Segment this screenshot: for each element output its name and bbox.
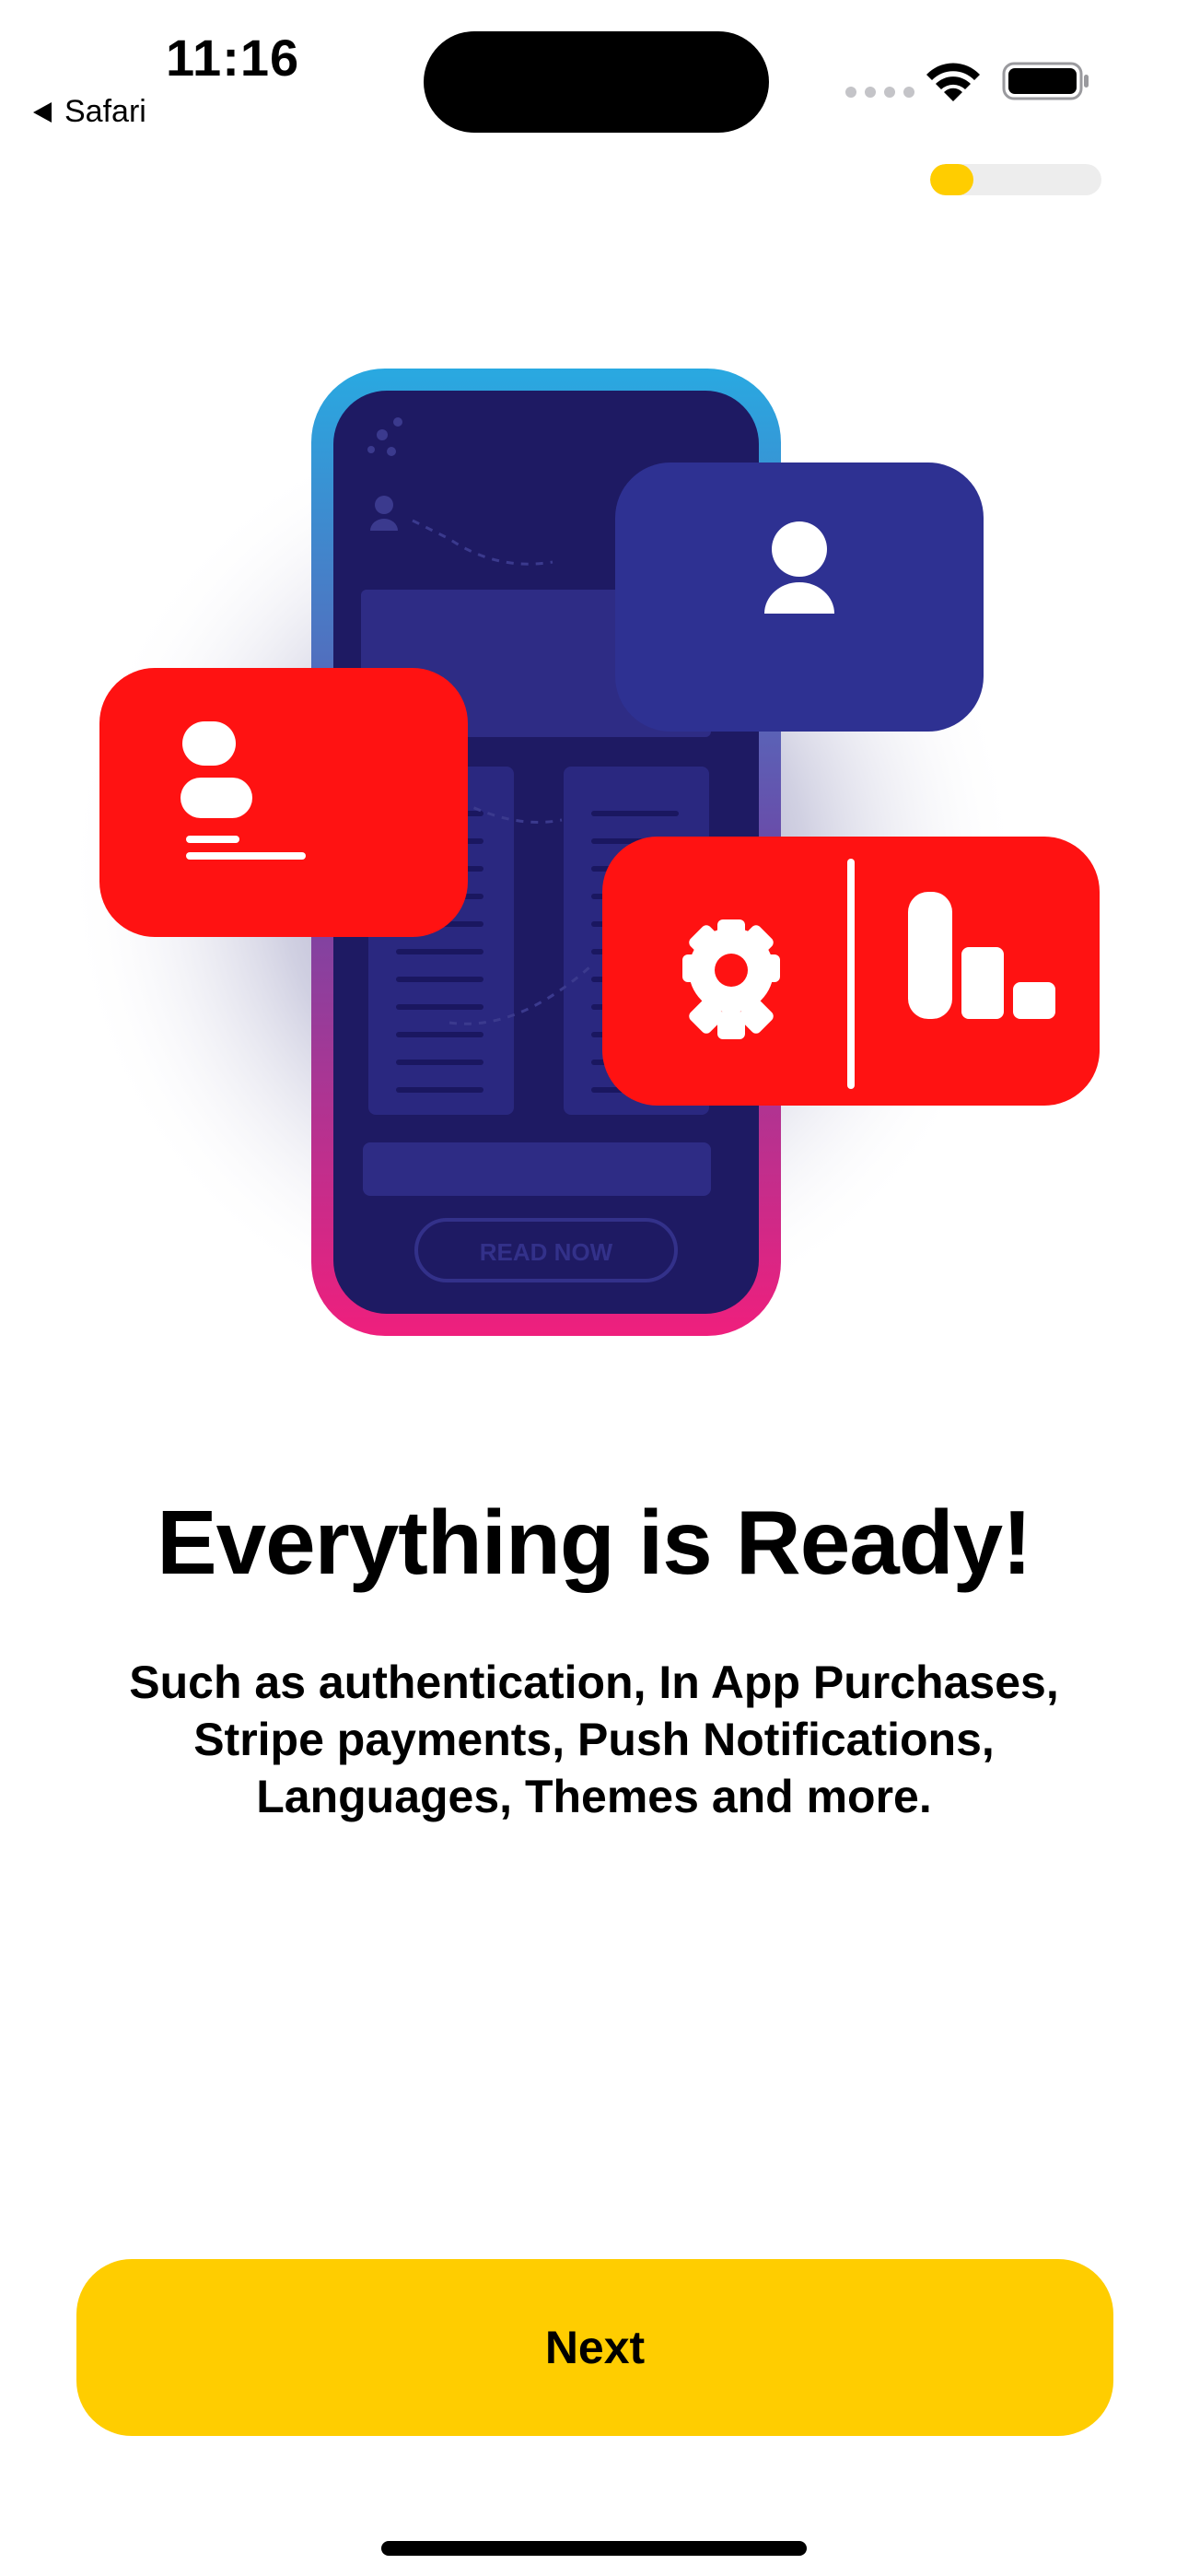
cellular-signal-icon [845, 87, 914, 98]
onboarding-description: Such as authentication, In App Purchases… [129, 1657, 1059, 1822]
onboarding-title: Everything is Ready! [157, 1492, 1031, 1593]
dynamic-island [424, 31, 769, 133]
phone-read-now-label: READ NOW [480, 1238, 613, 1266]
onboarding-progress-fill [930, 164, 973, 195]
back-to-safari-link[interactable]: Safari [33, 94, 146, 130]
wifi-icon [926, 63, 980, 101]
onboarding-progress-bar [930, 164, 1101, 195]
user-card [615, 463, 984, 732]
status-time: 11:16 [166, 29, 300, 87]
next-button[interactable]: Next [76, 2259, 1113, 2436]
onboarding-illustration: READ NOW [64, 369, 1100, 1354]
settings-stats-card [602, 837, 1100, 1106]
home-indicator[interactable] [381, 2541, 807, 2556]
profile-card [99, 668, 468, 937]
back-triangle-icon [33, 101, 52, 123]
back-to-safari-label: Safari [64, 94, 146, 129]
battery-icon [1002, 62, 1089, 100]
